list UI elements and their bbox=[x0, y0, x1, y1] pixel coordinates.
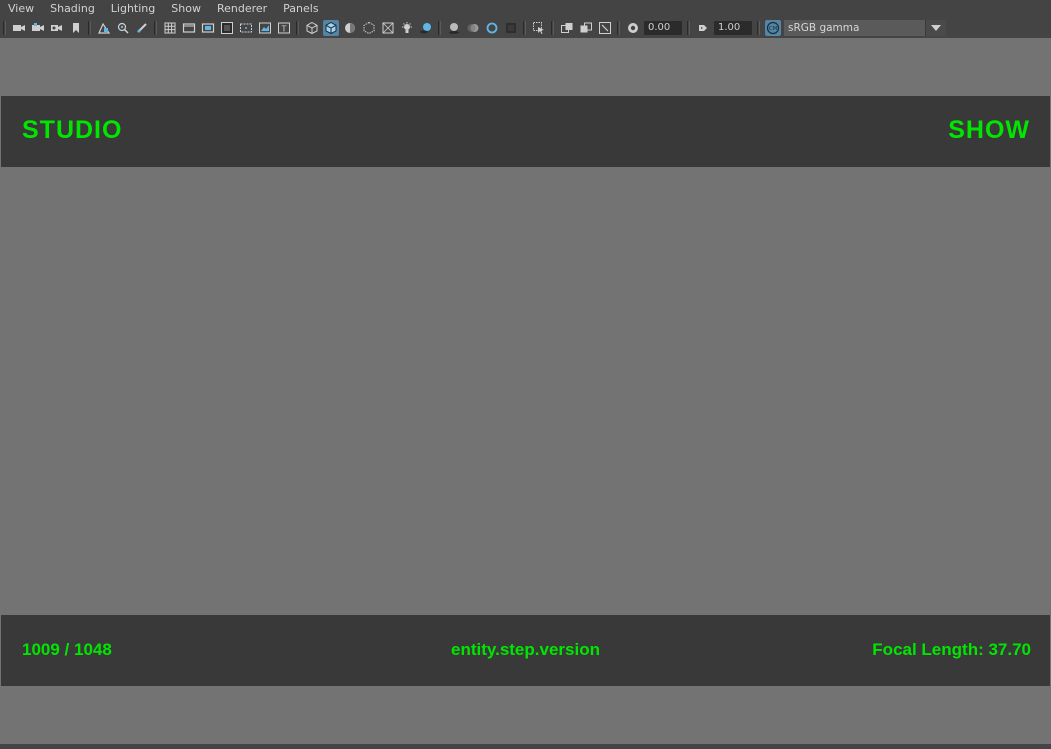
toolbar-separator bbox=[551, 21, 554, 35]
anti-aliasing-icon[interactable] bbox=[484, 20, 500, 36]
grease-pencil-icon[interactable] bbox=[134, 20, 150, 36]
grid-icon[interactable] bbox=[162, 20, 178, 36]
camera-attributes-icon[interactable] bbox=[30, 20, 46, 36]
screen-space-ao-icon[interactable] bbox=[446, 20, 462, 36]
menu-shading[interactable]: Shading bbox=[42, 0, 103, 18]
smooth-shade-icon[interactable] bbox=[322, 20, 339, 36]
depth-of-field-icon[interactable] bbox=[503, 20, 519, 36]
show-label: SHOW bbox=[948, 116, 1030, 144]
viewport-panel[interactable]: STUDIO SHOW 1009 / 1048 entity.step.vers… bbox=[0, 38, 1051, 744]
resolution-gate-icon[interactable] bbox=[200, 20, 216, 36]
toolbar-separator bbox=[154, 21, 157, 35]
xray-active-icon[interactable] bbox=[559, 20, 575, 36]
xray-joints-icon[interactable] bbox=[380, 20, 396, 36]
colorspace-dropdown-label: sRGB gamma bbox=[788, 22, 860, 34]
toggle-hud-icon[interactable] bbox=[578, 20, 594, 36]
exposure-field[interactable]: 0.00 bbox=[644, 21, 682, 35]
menu-show[interactable]: Show bbox=[163, 0, 209, 18]
chevron-down-icon[interactable] bbox=[925, 20, 946, 36]
svg-text:CM: CM bbox=[768, 26, 777, 32]
color-management-icon[interactable]: CM bbox=[764, 20, 781, 36]
studio-label: STUDIO bbox=[22, 116, 123, 144]
toolbar-separator bbox=[617, 21, 620, 35]
exposure-icon[interactable] bbox=[625, 20, 641, 36]
motion-blur-icon[interactable] bbox=[465, 20, 481, 36]
safe-title-icon[interactable]: T bbox=[276, 20, 292, 36]
bookmarks-icon[interactable] bbox=[49, 20, 65, 36]
default-material-icon[interactable] bbox=[342, 20, 358, 36]
toolbar-separator bbox=[687, 21, 690, 35]
svg-text:T: T bbox=[280, 25, 286, 34]
toolbar-separator bbox=[757, 21, 760, 35]
use-all-lights-icon[interactable] bbox=[399, 20, 415, 36]
toolbar-separator bbox=[3, 21, 6, 35]
2d-pan-zoom-icon[interactable] bbox=[115, 20, 131, 36]
field-chart-icon[interactable] bbox=[238, 20, 254, 36]
shadows-icon[interactable] bbox=[418, 20, 434, 36]
image-plane-icon[interactable] bbox=[96, 20, 112, 36]
expand-frame-icon[interactable] bbox=[597, 20, 613, 36]
colorspace-dropdown[interactable]: sRGB gamma bbox=[784, 20, 946, 36]
panel-toolbar: T 0.00 1.00 CM sRGB gamma bbox=[0, 18, 1051, 38]
focal-length-readout: Focal Length: 37.70 bbox=[872, 640, 1031, 659]
gamma-field[interactable]: 1.00 bbox=[714, 21, 752, 35]
toolbar-separator bbox=[523, 21, 526, 35]
select-camera-icon[interactable] bbox=[11, 20, 27, 36]
menu-lighting[interactable]: Lighting bbox=[103, 0, 163, 18]
menu-renderer[interactable]: Renderer bbox=[209, 0, 275, 18]
hud-bottom-band: 1009 / 1048 entity.step.version Focal Le… bbox=[1, 615, 1050, 686]
hud-top-band: STUDIO SHOW bbox=[1, 96, 1050, 167]
toolbar-separator bbox=[88, 21, 91, 35]
panel-menu-bar: View Shading Lighting Show Renderer Pane… bbox=[0, 0, 1051, 18]
menu-view[interactable]: View bbox=[0, 0, 42, 18]
toolbar-separator bbox=[438, 21, 441, 35]
menu-panels[interactable]: Panels bbox=[275, 0, 326, 18]
safe-action-icon[interactable] bbox=[257, 20, 273, 36]
gate-mask-icon[interactable] bbox=[219, 20, 235, 36]
bookmark-icon[interactable] bbox=[68, 20, 84, 36]
toolbar-separator bbox=[296, 21, 299, 35]
wireframe-icon[interactable] bbox=[304, 20, 320, 36]
film-gate-icon[interactable] bbox=[181, 20, 197, 36]
isolate-select-icon[interactable] bbox=[531, 20, 547, 36]
xray-icon[interactable] bbox=[361, 20, 377, 36]
gamma-icon[interactable] bbox=[695, 20, 711, 36]
panel-bottom-edge bbox=[0, 744, 1051, 749]
